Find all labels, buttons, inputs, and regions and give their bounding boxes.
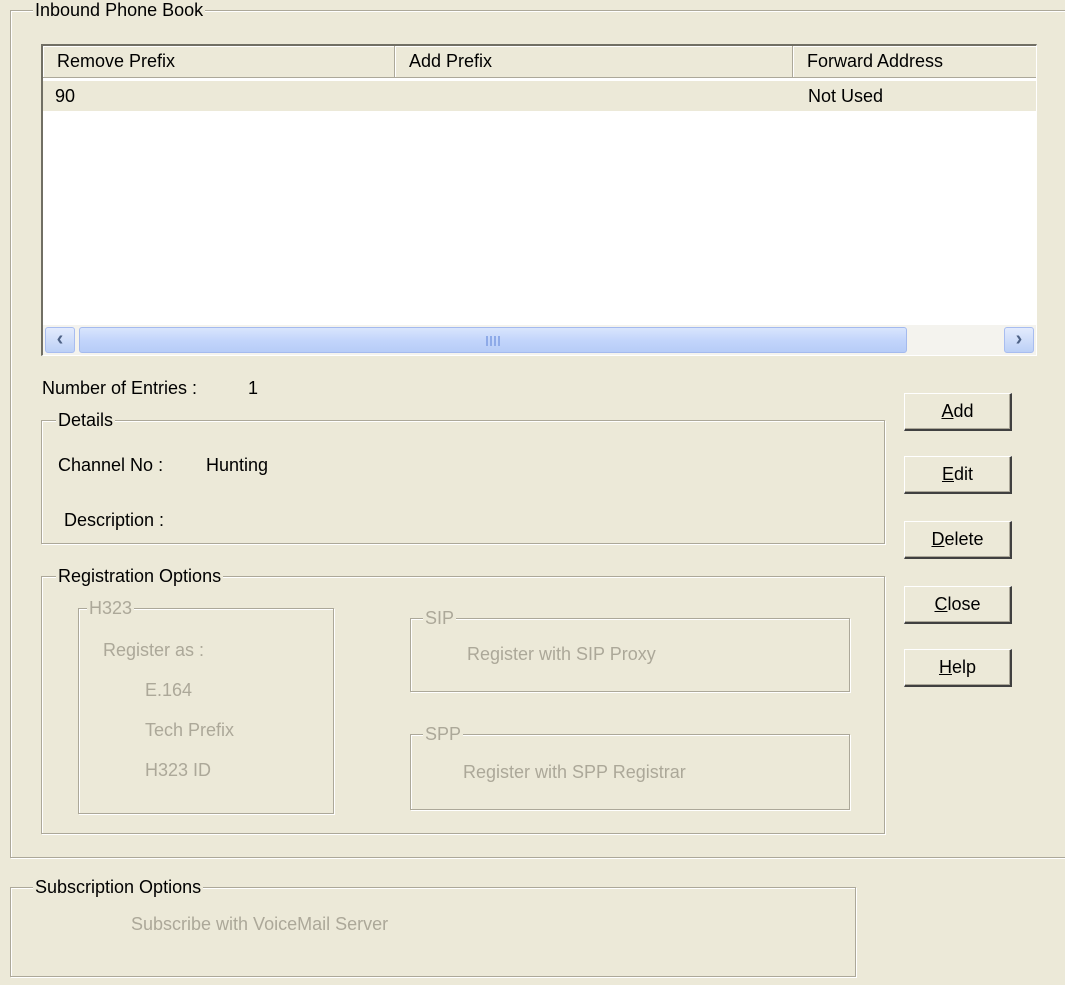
sip-group: SIP Register with SIP Proxy	[410, 607, 850, 692]
entries-count: 1	[248, 378, 259, 398]
column-remove-prefix[interactable]: Remove Prefix	[43, 46, 395, 78]
option-h323-id: H323 ID	[145, 760, 212, 780]
help-mnemonic: H	[938, 657, 952, 677]
help-button[interactable]: Help	[904, 649, 1012, 687]
close-label-rest: lose	[947, 594, 981, 614]
h323-title: H323	[87, 597, 135, 619]
details-title: Details	[56, 409, 116, 431]
edit-label-rest: dit	[954, 464, 974, 484]
add-label-rest: dd	[953, 401, 974, 421]
register-as-label: Register as :	[103, 640, 205, 660]
delete-button[interactable]: Delete	[904, 521, 1012, 559]
spp-register-text[interactable]: Register with SPP Registrar	[463, 761, 686, 783]
close-mnemonic: C	[934, 594, 948, 614]
grip-icon	[486, 336, 500, 346]
details-group: Details Channel No : Hunting Description…	[41, 409, 885, 544]
horizontal-scrollbar[interactable]: ‹ ›	[43, 325, 1036, 355]
add-button[interactable]: Add	[904, 393, 1012, 431]
scrollbar-thumb[interactable]	[79, 327, 907, 353]
phonebook-listview[interactable]: Remove Prefix Add Prefix Forward Address…	[41, 44, 1037, 356]
registration-options-title: Registration Options	[56, 565, 224, 587]
delete-label-rest: elete	[944, 529, 984, 549]
spp-title: SPP	[423, 723, 464, 745]
option-tech-prefix: Tech Prefix	[145, 720, 235, 740]
column-forward-address[interactable]: Forward Address	[793, 46, 1036, 78]
chevron-right-icon[interactable]: ›	[1004, 327, 1034, 353]
delete-mnemonic: D	[931, 529, 945, 549]
channel-value: Hunting	[206, 455, 269, 475]
chevron-left-icon[interactable]: ‹	[45, 327, 75, 353]
edit-button[interactable]: Edit	[904, 456, 1012, 494]
help-label-rest: elp	[951, 657, 977, 677]
subscription-options-group: Subscription Options Subscribe with Voic…	[10, 876, 856, 977]
channel-label: Channel No :	[58, 455, 164, 475]
description-label: Description :	[64, 510, 165, 530]
spp-group: SPP Register with SPP Registrar	[410, 723, 850, 810]
subscribe-voicemail-text[interactable]: Subscribe with VoiceMail Server	[131, 913, 388, 935]
h323-group: H323 Register as : E.164 Tech Prefix H32…	[78, 597, 334, 814]
cell-remove-prefix: 90	[55, 86, 76, 106]
sip-register-text[interactable]: Register with SIP Proxy	[467, 643, 656, 665]
listview-header: Remove Prefix Add Prefix Forward Address	[43, 46, 1036, 78]
edit-mnemonic: E	[941, 464, 954, 484]
cell-forward-address: Not Used	[808, 86, 884, 106]
column-add-prefix[interactable]: Add Prefix	[395, 46, 793, 78]
sip-title: SIP	[423, 607, 457, 629]
table-row[interactable]: 90 Not Used	[43, 81, 1036, 111]
close-button[interactable]: Close	[904, 586, 1012, 624]
subscription-options-title: Subscription Options	[33, 876, 204, 898]
entries-label: Number of Entries :	[42, 378, 198, 398]
registration-options-group: Registration Options H323 Register as : …	[41, 565, 885, 834]
inbound-phonebook-title: Inbound Phone Book	[33, 0, 206, 21]
add-mnemonic: A	[941, 401, 954, 421]
option-e164: E.164	[145, 680, 193, 700]
